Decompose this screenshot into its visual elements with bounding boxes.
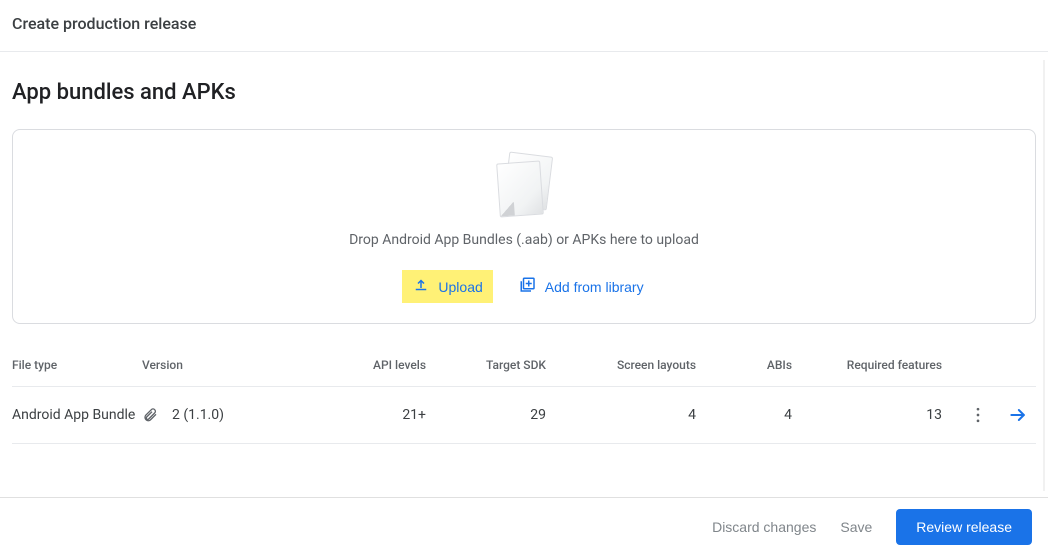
attachment-icon xyxy=(142,407,158,423)
cell-api-levels: 21+ xyxy=(322,407,442,423)
row-details-button[interactable] xyxy=(1004,401,1032,429)
col-required-features: Required features xyxy=(808,358,958,372)
paper-stack-icon xyxy=(496,154,552,218)
row-more-menu-button[interactable] xyxy=(964,401,992,429)
col-target-sdk: Target SDK xyxy=(442,358,562,372)
add-from-library-label: Add from library xyxy=(545,279,644,295)
dropzone-help-text: Drop Android App Bundles (.aab) or APKs … xyxy=(349,232,699,248)
upload-dropzone[interactable]: Drop Android App Bundles (.aab) or APKs … xyxy=(12,129,1036,324)
cell-version: 2 (1.1.0) xyxy=(142,407,322,423)
discard-changes-button[interactable]: Discard changes xyxy=(712,519,816,535)
library-add-icon xyxy=(519,276,537,297)
cell-abis: 4 xyxy=(712,407,808,423)
scrollbar-track[interactable] xyxy=(1043,60,1045,491)
upload-button[interactable]: Upload xyxy=(402,270,492,303)
main-content: App bundles and APKs Drop Android App Bu… xyxy=(0,80,1048,444)
save-button[interactable]: Save xyxy=(840,519,872,535)
footer-bar: Discard changes Save Review release xyxy=(0,497,1048,555)
col-abis: ABIs xyxy=(712,358,808,372)
col-version: Version xyxy=(142,358,322,372)
col-file-type: File type xyxy=(12,358,142,372)
upload-icon xyxy=(412,276,430,297)
table-row: Android App Bundle 2 (1.1.0) 21+ 29 4 4 … xyxy=(12,387,1036,444)
bundles-table: File type Version API levels Target SDK … xyxy=(12,350,1036,444)
add-from-library-button[interactable]: Add from library xyxy=(517,272,646,301)
page-title: Create production release xyxy=(12,14,1036,33)
cell-required-features: 13 xyxy=(808,407,958,423)
col-api-levels: API levels xyxy=(322,358,442,372)
page-header: Create production release xyxy=(0,0,1048,52)
cell-target-sdk: 29 xyxy=(442,407,562,423)
section-title: App bundles and APKs xyxy=(12,80,1036,105)
cell-file-type: Android App Bundle xyxy=(12,407,142,423)
cell-screen-layouts: 4 xyxy=(562,407,712,423)
cell-version-value: 2 (1.1.0) xyxy=(172,407,224,423)
review-release-button[interactable]: Review release xyxy=(896,509,1032,545)
col-screen-layouts: Screen layouts xyxy=(562,358,712,372)
table-header-row: File type Version API levels Target SDK … xyxy=(12,350,1036,387)
upload-label: Upload xyxy=(438,279,482,295)
dropzone-actions: Upload Add from library xyxy=(402,270,645,303)
